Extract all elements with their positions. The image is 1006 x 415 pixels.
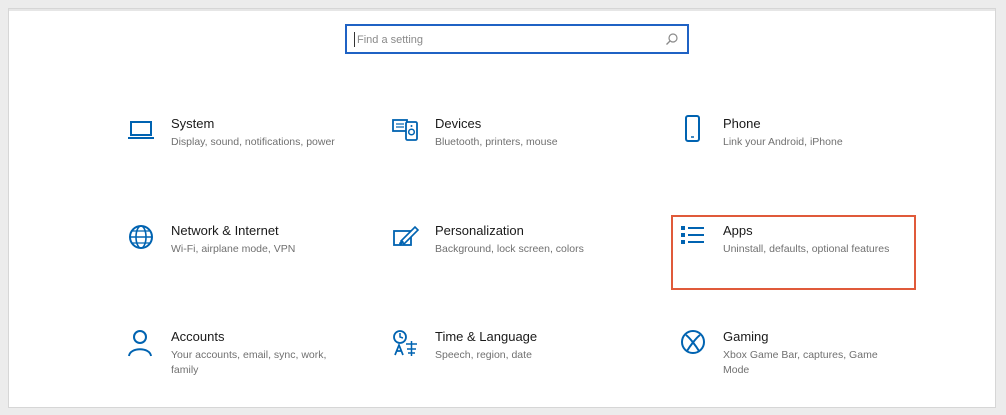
tile-description: Your accounts, email, sync, work, family xyxy=(171,349,327,376)
tile-description: Link your Android, iPhone xyxy=(723,136,843,148)
tile-phone[interactable]: Phone Link your Android, iPhone xyxy=(675,112,925,172)
laptop-icon xyxy=(123,112,159,148)
tile-title: Gaming xyxy=(723,329,769,344)
top-divider xyxy=(9,9,995,11)
tile-title: System xyxy=(171,116,215,131)
tile-description: Xbox Game Bar, captures, Game Mode xyxy=(723,349,878,376)
tile-devices[interactable]: Devices Bluetooth, printers, mouse xyxy=(387,112,637,172)
globe-icon xyxy=(123,219,159,255)
tile-time-language[interactable]: Time & Language Speech, region, date xyxy=(387,325,637,385)
text-cursor xyxy=(354,32,355,47)
search-icon[interactable] xyxy=(665,32,679,46)
paintbrush-icon xyxy=(387,219,423,255)
xbox-icon xyxy=(675,325,711,361)
settings-window: System Display, sound, notifications, po… xyxy=(8,8,996,408)
tile-title: Time & Language xyxy=(435,329,538,344)
apps-highlight-box xyxy=(671,215,916,290)
tile-network-internet[interactable]: Network & Internet Wi-Fi, airplane mode,… xyxy=(123,219,373,279)
tile-accounts[interactable]: Accounts Your accounts, email, sync, wor… xyxy=(123,325,373,385)
tile-title: Devices xyxy=(435,116,482,131)
tile-system[interactable]: System Display, sound, notifications, po… xyxy=(123,112,373,172)
tile-description: Background, lock screen, colors xyxy=(435,243,584,255)
tile-title: Network & Internet xyxy=(171,223,279,238)
search-box[interactable] xyxy=(345,24,689,54)
search-input[interactable] xyxy=(357,30,657,50)
devices-icon xyxy=(387,112,423,148)
tile-personalization[interactable]: Personalization Background, lock screen,… xyxy=(387,219,637,279)
phone-icon xyxy=(675,112,711,148)
person-icon xyxy=(123,325,159,361)
tile-description: Display, sound, notifications, power xyxy=(171,136,335,148)
tile-gaming[interactable]: Gaming Xbox Game Bar, captures, Game Mod… xyxy=(675,325,925,385)
tile-description: Bluetooth, printers, mouse xyxy=(435,136,558,148)
tile-description: Wi-Fi, airplane mode, VPN xyxy=(171,243,296,255)
time-language-icon xyxy=(387,325,423,361)
tile-title: Accounts xyxy=(171,329,225,344)
tile-title: Personalization xyxy=(435,223,524,238)
tile-title: Phone xyxy=(723,116,761,131)
tile-description: Speech, region, date xyxy=(435,349,532,361)
